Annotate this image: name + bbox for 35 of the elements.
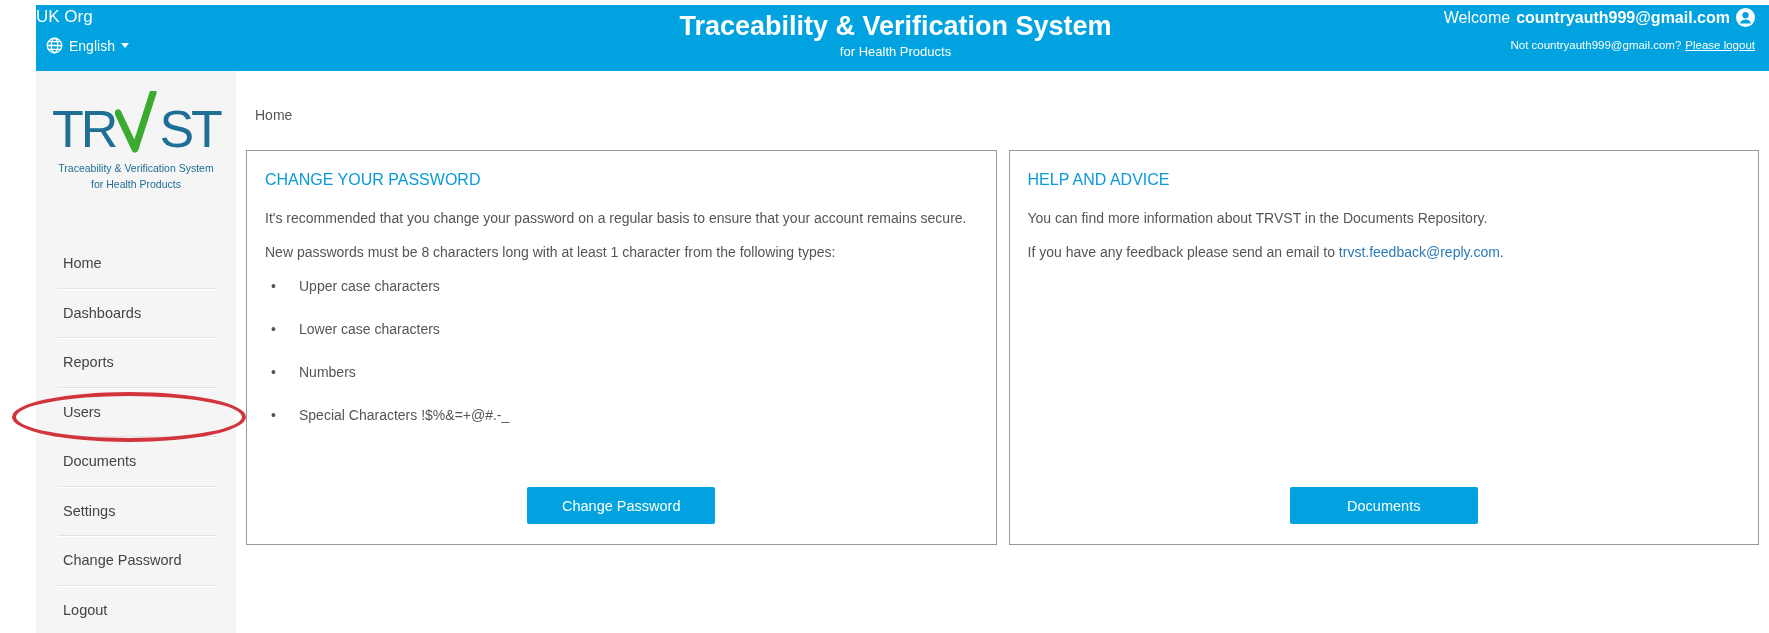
sidebar-item[interactable]: Settings: [58, 502, 116, 519]
sidebar-item[interactable]: Home: [58, 255, 102, 272]
app-title: Traceability & Verification System: [679, 11, 1112, 42]
sidebar-item[interactable]: Users: [58, 403, 101, 420]
app-subtitle: for Health Products: [838, 44, 953, 59]
user-icon[interactable]: [1736, 8, 1755, 27]
caret-icon: [120, 43, 129, 48]
card-paragraph: New passwords must be 8 characters long with at least 1 character from the following types:: [265, 243, 837, 262]
sidebar-item[interactable]: Logout: [58, 601, 108, 618]
card-title: HELP AND ADVICE: [1027, 171, 1171, 189]
user-email: countryauth999@gmail.com: [1516, 8, 1730, 27]
trvst-logo: TR ST: [52, 91, 220, 155]
bullet-marker: •: [271, 277, 277, 297]
sidebar-item[interactable]: Change Password: [58, 552, 182, 569]
breadcrumb: Home: [255, 107, 294, 125]
sidebar-item[interactable]: Reports: [58, 354, 114, 371]
sidebar-item[interactable]: Dashboards: [58, 304, 142, 321]
requirement-item: Upper case characters: [299, 277, 440, 297]
bullet-marker: •: [271, 320, 277, 340]
bullet-marker: •: [271, 363, 277, 383]
email-link[interactable]: trvst.feedback@reply.com: [1338, 244, 1500, 261]
bullet-marker: •: [271, 406, 277, 426]
card-paragraph: If you have any feedback please send an email to trvst.feedback@reply.com.: [1027, 243, 1505, 262]
requirement-item: Lower case characters: [299, 320, 440, 340]
organization-name: UK Org: [36, 7, 94, 27]
globe-icon: [46, 37, 63, 54]
card-paragraph: It's recommended that you change your password on a regular basis to ensure that your account remains secure.: [265, 209, 968, 228]
welcome-label: Welcome: [1443, 8, 1511, 27]
card-title: CHANGE YOUR PASSWORD: [265, 171, 482, 189]
card-paragraph: You can find more information about TRVST in the Documents Repository.: [1027, 209, 1489, 228]
requirement-item: Special Characters !$%&=+@#.-_: [299, 406, 510, 426]
sidebar-item[interactable]: Documents: [58, 453, 137, 470]
not-user-text: Not countryauth999@gmail.com?: [1510, 39, 1682, 51]
logo-caption: Traceability & Verification System for Health Products: [57, 161, 215, 192]
requirement-item: Numbers: [299, 363, 356, 383]
